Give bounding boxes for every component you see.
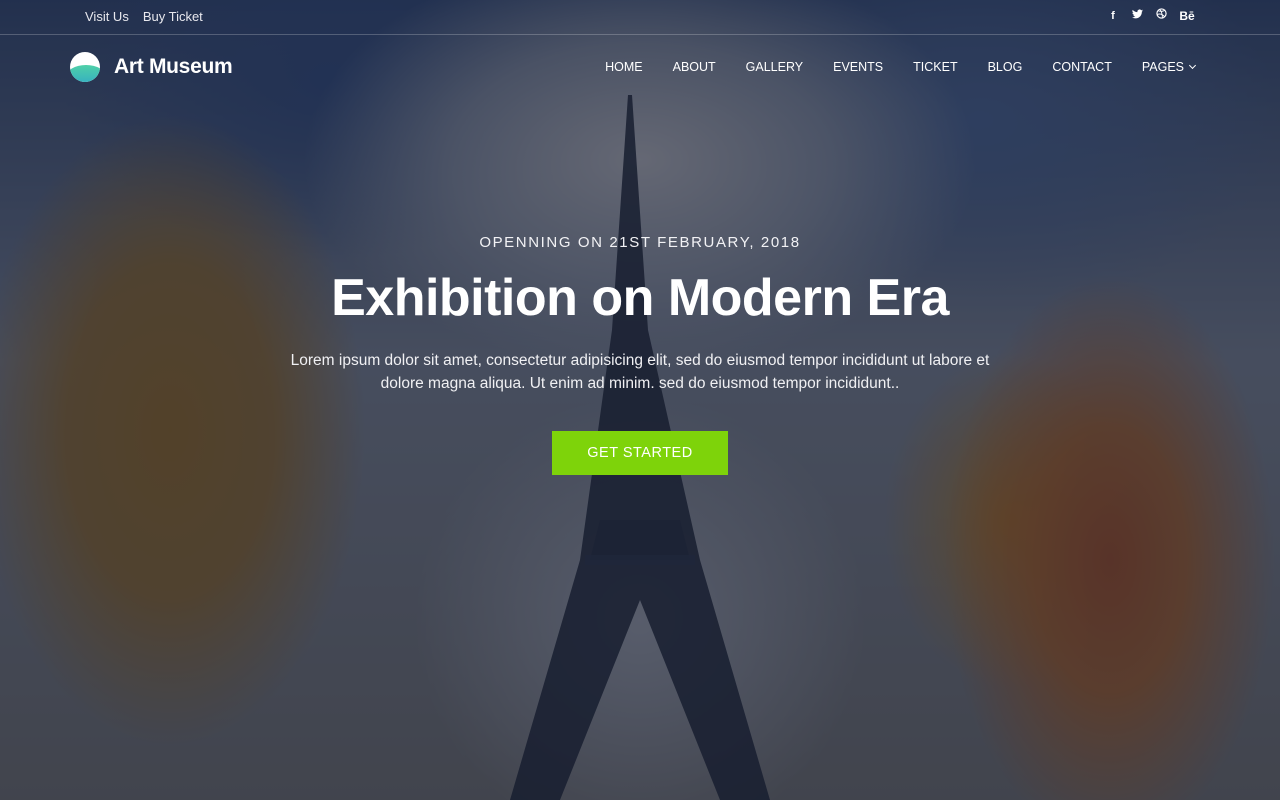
- main-nav: HOME ABOUT GALLERY EVENTS TICKET BLOG CO…: [605, 60, 1197, 74]
- nav-events[interactable]: EVENTS: [833, 60, 883, 74]
- behance-icon[interactable]: Bē: [1179, 8, 1195, 24]
- hero-title: Exhibition on Modern Era: [331, 269, 949, 327]
- visit-us-link[interactable]: Visit Us: [85, 9, 129, 24]
- nav-ticket[interactable]: TICKET: [913, 60, 957, 74]
- hero-dark-overlay: [0, 0, 1280, 800]
- nav-pages-label: PAGES: [1141, 60, 1184, 74]
- logo-icon: [70, 52, 100, 82]
- hero-opening-date: OPENNING ON 21ST FEBRUARY, 2018: [479, 234, 801, 251]
- logo-text: Art Museum: [114, 55, 233, 78]
- social-links: f Bē: [1107, 8, 1195, 24]
- nav-home[interactable]: HOME: [605, 60, 643, 74]
- nav-pages[interactable]: PAGES: [1141, 60, 1197, 74]
- site-logo[interactable]: Art Museum: [70, 52, 233, 82]
- twitter-icon[interactable]: [1131, 8, 1143, 24]
- nav-contact[interactable]: CONTACT: [1052, 60, 1112, 74]
- chevron-down-icon: [1188, 61, 1197, 70]
- facebook-icon[interactable]: f: [1107, 8, 1119, 24]
- nav-blog[interactable]: BLOG: [988, 60, 1023, 74]
- nav-gallery[interactable]: GALLERY: [746, 60, 803, 74]
- nav-about[interactable]: ABOUT: [673, 60, 716, 74]
- get-started-button[interactable]: GET STARTED: [552, 431, 728, 475]
- hero-description: Lorem ipsum dolor sit amet, consectetur …: [290, 352, 990, 392]
- dribbble-icon[interactable]: [1155, 8, 1167, 24]
- main-header: Art Museum HOME ABOUT GALLERY EVENTS TIC…: [0, 35, 1280, 101]
- top-bar: Visit Us Buy Ticket f Bē: [0, 0, 1280, 35]
- top-links: Visit Us Buy Ticket: [85, 9, 203, 24]
- buy-ticket-link[interactable]: Buy Ticket: [143, 9, 203, 24]
